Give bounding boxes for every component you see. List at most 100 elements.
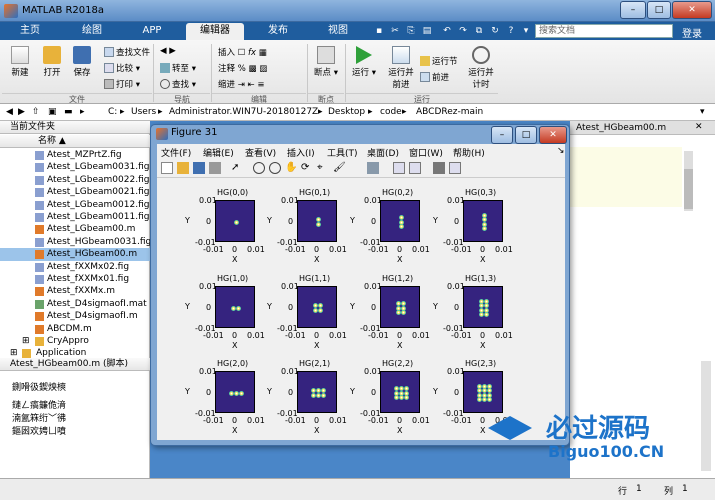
path-segment[interactable]: code xyxy=(380,107,402,117)
new-figure-icon[interactable] xyxy=(161,162,173,174)
back-button[interactable]: ◀ ▶ xyxy=(160,46,176,56)
run-section-button[interactable]: 运行节 xyxy=(420,55,458,67)
legend-icon[interactable] xyxy=(409,162,421,174)
hermite-gaussian-plot[interactable] xyxy=(215,371,255,413)
cut-icon[interactable]: ✂ xyxy=(388,24,402,38)
data-cursor-icon[interactable]: ⌖ xyxy=(317,162,329,174)
figure-close-button[interactable]: ✕ xyxy=(539,126,567,144)
compare-button[interactable]: 比较 ▾ xyxy=(104,62,140,74)
figure-maximize-button[interactable]: □ xyxy=(515,126,537,144)
file-row[interactable]: Atest_LGbeam0022.fig xyxy=(0,174,150,186)
dock-icon[interactable]: ↘ xyxy=(557,146,565,156)
minimize-button[interactable]: – xyxy=(620,1,646,19)
path-segment[interactable]: Administrator.WIN7U-20180127Z xyxy=(169,107,318,117)
tab-editor[interactable]: 编辑器 xyxy=(186,23,244,40)
name-column-header[interactable]: 名称 ▲ xyxy=(0,135,150,148)
colorbar-icon[interactable] xyxy=(393,162,405,174)
hermite-gaussian-plot[interactable] xyxy=(297,200,337,242)
hide-tools-icon[interactable] xyxy=(433,162,445,174)
print-figure-icon[interactable] xyxy=(209,162,221,174)
hermite-gaussian-plot[interactable] xyxy=(297,286,337,328)
file-row[interactable]: Atest_LGbeam00.m xyxy=(0,223,150,235)
hermite-gaussian-plot[interactable] xyxy=(463,200,503,242)
forward-icon[interactable]: ▶ xyxy=(18,107,25,117)
advance-button[interactable]: 前进 xyxy=(420,71,449,83)
save-button[interactable]: 保存 xyxy=(68,46,96,78)
zoom-out-icon[interactable] xyxy=(269,162,281,174)
hermite-gaussian-plot[interactable] xyxy=(380,286,420,328)
hermite-gaussian-plot[interactable] xyxy=(463,371,503,413)
figure-canvas[interactable]: HG(0,0) 0.01 0 -0.01 Y -0.01 0 0.01 X HG(0,1) 0.01… xyxy=(157,178,565,440)
undo-icon[interactable]: ↶ xyxy=(440,24,454,38)
indent-button[interactable]: 缩进 ⇥ ⇤ ≡ xyxy=(218,78,265,90)
run-time-button[interactable]: 运行并计时 xyxy=(466,46,496,90)
hermite-gaussian-plot[interactable] xyxy=(463,286,503,328)
comment-button[interactable]: 注释 % ▩ ▨ xyxy=(218,62,267,74)
find-files-button[interactable]: 查找文件 xyxy=(104,46,150,58)
zoom-in-icon[interactable] xyxy=(253,162,265,174)
file-row[interactable]: ⊞ CryAppro xyxy=(0,335,150,347)
file-row[interactable]: Atest_LGbeam0031.fig xyxy=(0,161,150,173)
hermite-gaussian-plot[interactable] xyxy=(215,200,255,242)
path-segment[interactable]: C: xyxy=(108,107,117,117)
maximize-button[interactable]: □ xyxy=(647,1,671,19)
folder-up-icon[interactable]: ⇧ xyxy=(32,107,40,117)
show-tools-icon[interactable] xyxy=(449,162,461,174)
file-row[interactable]: Atest_D4sigmaofI.mat xyxy=(0,298,150,310)
command-scrollbar[interactable] xyxy=(701,361,711,471)
file-row[interactable]: Atest_fXXMx01.fig xyxy=(0,273,150,285)
hermite-gaussian-plot[interactable] xyxy=(380,371,420,413)
open-file-icon[interactable] xyxy=(177,162,189,174)
file-row[interactable]: Atest_D4sigmaofI.m xyxy=(0,310,150,322)
path-segment[interactable]: Users xyxy=(131,107,156,117)
file-row[interactable]: Atest_fXXMx.m xyxy=(0,285,150,297)
save-figure-icon[interactable] xyxy=(193,162,205,174)
file-row[interactable]: Atest_LGbeam0012.fig xyxy=(0,199,150,211)
help-icon[interactable]: ? xyxy=(504,24,518,38)
tab-plots[interactable]: 绘图 xyxy=(66,23,118,40)
file-row[interactable]: Atest_MZPrtZ.fig xyxy=(0,149,150,161)
tab-apps[interactable]: APP xyxy=(128,23,176,40)
open-button[interactable]: 打开 xyxy=(38,46,66,78)
pan-icon[interactable]: ✋ xyxy=(285,162,297,174)
close-tab-icon[interactable]: ✕ xyxy=(695,122,703,132)
tab-view[interactable]: 视图 xyxy=(316,23,360,40)
refresh-icon[interactable]: ↻ xyxy=(488,24,502,38)
hermite-gaussian-plot[interactable] xyxy=(380,200,420,242)
path-segment[interactable]: Desktop xyxy=(328,107,365,117)
print-button[interactable]: 打印 ▾ xyxy=(104,78,140,90)
save-icon[interactable]: ▪ xyxy=(372,24,386,38)
code-view[interactable] xyxy=(570,147,682,207)
figure-minimize-button[interactable]: – xyxy=(491,126,513,144)
file-row[interactable]: Atest_LGbeam0021.fig xyxy=(0,186,150,198)
switch-windows-icon[interactable]: ⧉ xyxy=(472,24,486,38)
redo-icon[interactable]: ↷ xyxy=(456,24,470,38)
path-segment[interactable]: ABCDRez-main xyxy=(416,107,483,117)
hermite-gaussian-plot[interactable] xyxy=(297,371,337,413)
find-button[interactable]: 查找 ▾ xyxy=(160,78,196,90)
hermite-gaussian-plot[interactable] xyxy=(215,286,255,328)
editor-tab[interactable]: Atest_HGbeam00.m xyxy=(576,123,666,133)
path-dropdown-icon[interactable]: ▾ xyxy=(700,107,705,117)
insert-button[interactable]: 插入 ☐ fx ▦ xyxy=(218,46,267,58)
brush-icon[interactable]: 🖌 xyxy=(333,162,346,174)
link-plot-icon[interactable] xyxy=(367,162,379,174)
browse-folder-icon[interactable]: ▣ xyxy=(48,107,57,117)
search-input[interactable]: 搜索文档 xyxy=(535,24,673,38)
run-advance-button[interactable]: 运行并前进 xyxy=(386,46,416,90)
file-row[interactable]: Atest_fXXMx02.fig xyxy=(0,261,150,273)
dropdown-icon[interactable]: ▾ xyxy=(519,24,533,38)
new-button[interactable]: 新建 xyxy=(6,46,34,78)
tab-home[interactable]: 主页 xyxy=(8,23,52,40)
file-row[interactable]: Atest_HGbeam00.m xyxy=(0,248,150,261)
run-button[interactable]: 运行 ▾ xyxy=(350,46,378,78)
file-row[interactable]: ABCDM.m xyxy=(0,323,150,335)
back-icon[interactable]: ◀ xyxy=(6,107,13,117)
scroll-thumb[interactable] xyxy=(684,169,693,209)
paste-icon[interactable]: ▤ xyxy=(420,24,434,38)
rotate-icon[interactable]: ⟳ xyxy=(301,162,313,174)
goto-button[interactable]: 转至 ▾ xyxy=(160,62,196,74)
tab-publish[interactable]: 发布 xyxy=(252,23,304,40)
login-link[interactable]: 登录 xyxy=(682,25,702,40)
file-row[interactable]: Atest_LGbeam0011.fig xyxy=(0,211,150,223)
